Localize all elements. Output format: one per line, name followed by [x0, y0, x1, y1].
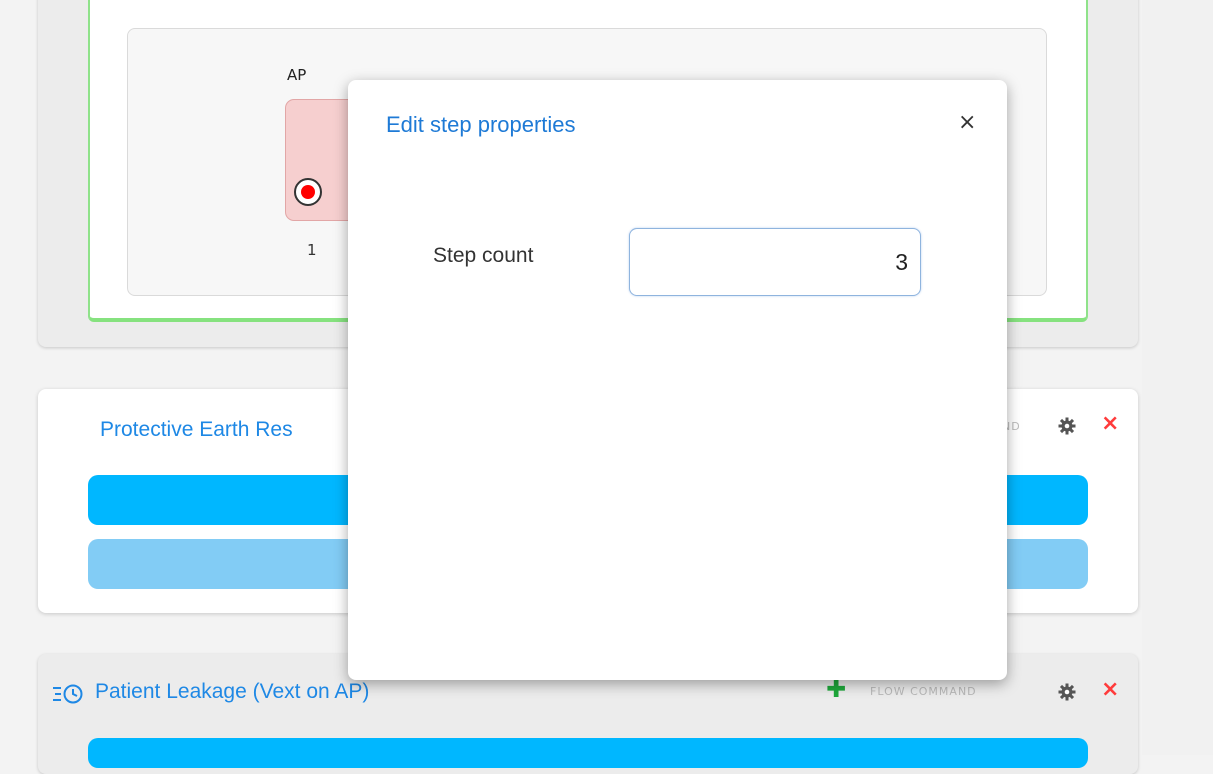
delete-icon[interactable]: ×	[1101, 411, 1119, 436]
step-index-label: 1	[307, 241, 317, 259]
test-card-title[interactable]: Protective Earth Res	[100, 418, 293, 442]
delete-icon[interactable]: ×	[1101, 677, 1119, 702]
close-icon[interactable]: ×	[958, 110, 976, 135]
test-card-title[interactable]: Patient Leakage (Vext on AP)	[95, 680, 369, 704]
page-background-strip	[1142, 0, 1213, 755]
step-count-label: Step count	[433, 244, 534, 267]
gear-icon[interactable]	[1058, 683, 1076, 701]
step-count-input[interactable]	[629, 228, 921, 296]
ap-channel-label: AP	[287, 66, 307, 84]
radio-selected-icon[interactable]	[292, 176, 324, 208]
timer-icon	[53, 684, 83, 704]
dialog-title: Edit step properties	[386, 112, 576, 137]
gear-icon[interactable]	[1058, 417, 1076, 435]
step-bar-primary[interactable]	[88, 738, 1088, 768]
flow-command-label[interactable]: FLOW COMMAND	[870, 685, 977, 698]
edit-step-properties-dialog: Edit step properties × Step count	[348, 80, 1007, 680]
